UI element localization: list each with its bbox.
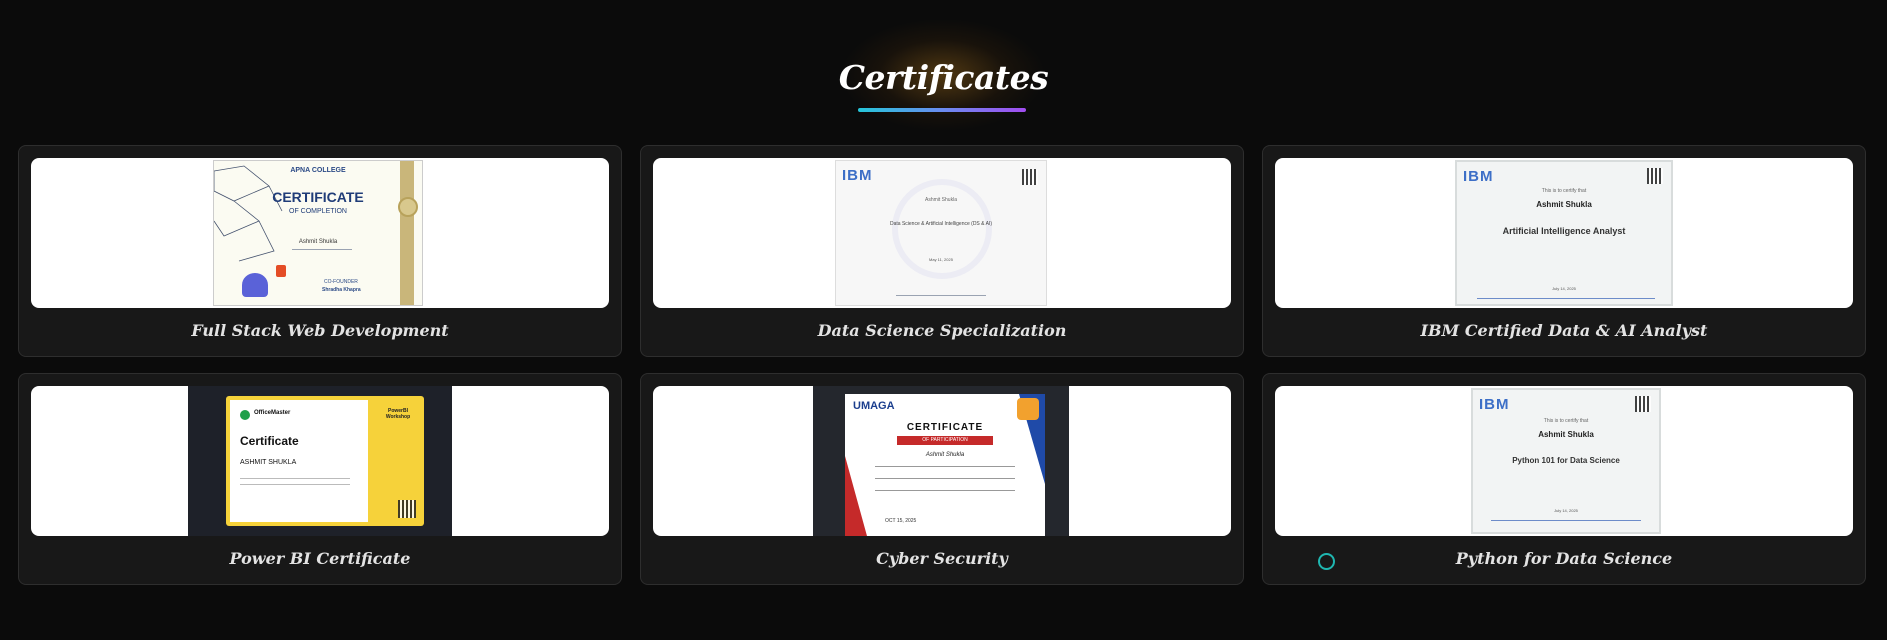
certificate-thumbnail[interactable]: IBM This is to certify that Ashmit Shukl… xyxy=(1275,386,1853,536)
cert-role: CO-FOUNDER xyxy=(324,279,358,285)
verify-link xyxy=(1477,298,1655,299)
person-illustration-icon xyxy=(242,273,268,297)
certificate-card[interactable]: APNA COLLEGE CERTIFICATE OF COMPLETION A… xyxy=(18,145,622,357)
gold-ribbon xyxy=(400,161,414,305)
cert-sub: OF PARTICIPATION xyxy=(897,436,993,445)
card-caption: Cyber Security xyxy=(876,549,1008,568)
cert-name: Ashmit Shukla xyxy=(1536,200,1592,209)
certificate-image-datascience: IBM Ashmit Shukla Data Science & Artific… xyxy=(835,160,1047,306)
card-caption: Python for Data Science xyxy=(1455,549,1673,568)
card-caption: Power BI Certificate xyxy=(229,549,411,568)
certificate-thumbnail[interactable]: IBM This is to certify that Ashmit Shukl… xyxy=(1275,158,1853,308)
ibm-logo: IBM xyxy=(1479,396,1510,413)
cert-date: July 14, 2025 xyxy=(1554,508,1578,513)
certificate-thumbnail[interactable]: OfficeMaster Certificate ASHMIT SHUKLA P… xyxy=(31,386,609,536)
cert-body: OfficeMaster Certificate ASHMIT SHUKLA xyxy=(230,400,368,522)
red-stripe xyxy=(845,456,867,536)
ibm-logo: IBM xyxy=(1463,168,1494,185)
cert-heading: CERTIFICATE xyxy=(272,189,364,205)
certificate-card[interactable]: IBM This is to certify that Ashmit Shukl… xyxy=(1262,145,1866,357)
divider xyxy=(896,295,986,296)
qr-code-icon xyxy=(1635,396,1651,412)
certificate-card[interactable]: IBM Ashmit Shukla Data Science & Artific… xyxy=(640,145,1244,357)
ibm-logo: IBM xyxy=(842,167,873,184)
certificate-image-ibm-ai: IBM This is to certify that Ashmit Shukl… xyxy=(1455,160,1673,306)
cert-body: UMAGA CERTIFICATE OF PARTICIPATION Ashmi… xyxy=(845,394,1045,536)
cert-course: Python 101 for Data Science xyxy=(1512,456,1620,465)
cert-heading: Certificate xyxy=(240,434,299,448)
divider xyxy=(240,484,350,485)
cert-org: APNA COLLEGE xyxy=(290,167,346,174)
title-underline xyxy=(858,108,1026,112)
certificate-card[interactable]: UMAGA CERTIFICATE OF PARTICIPATION Ashmi… xyxy=(640,373,1244,585)
certificate-thumbnail[interactable]: UMAGA CERTIFICATE OF PARTICIPATION Ashmi… xyxy=(653,386,1231,536)
cert-heading: CERTIFICATE xyxy=(906,422,984,433)
cert-course: Data Science & Artificial Intelligence (… xyxy=(890,221,992,227)
cert-name: ASHMIT SHUKLA xyxy=(240,459,297,466)
section-title: Certificates xyxy=(838,58,1049,97)
certificate-thumbnail[interactable]: APNA COLLEGE CERTIFICATE OF COMPLETION A… xyxy=(31,158,609,308)
qr-code-icon xyxy=(1022,169,1038,185)
cert-frame: OfficeMaster Certificate ASHMIT SHUKLA P… xyxy=(226,396,424,526)
divider xyxy=(292,249,352,250)
certificate-image-cybersecurity: UMAGA CERTIFICATE OF PARTICIPATION Ashmi… xyxy=(813,386,1069,536)
certificate-card[interactable]: IBM This is to certify that Ashmit Shukl… xyxy=(1262,373,1866,585)
cert-name: Ashmit Shukla xyxy=(925,452,965,458)
card-caption: Full Stack Web Development xyxy=(191,321,449,340)
cert-badge: PowerBI Workshop xyxy=(385,408,411,420)
cert-intro: This is to certify that xyxy=(1541,188,1587,194)
divider xyxy=(240,478,350,479)
cert-date: OCT 15, 2025 xyxy=(885,518,917,524)
certificate-image-powerbi: OfficeMaster Certificate ASHMIT SHUKLA P… xyxy=(188,386,452,536)
cert-signer: Shradha Khapra xyxy=(322,287,361,293)
card-caption: Data Science Specialization xyxy=(817,321,1067,340)
watermark-ring-icon xyxy=(892,179,992,279)
mascot-logo-icon xyxy=(1017,398,1039,420)
officemaster-logo-icon xyxy=(240,410,250,420)
cert-date: May 11, 2025 xyxy=(929,257,953,262)
cert-date: July 14, 2025 xyxy=(1552,286,1576,291)
cert-name: Ashmit Shukla xyxy=(1538,430,1594,439)
divider xyxy=(875,490,1015,491)
cert-intro: This is to certify that xyxy=(1543,418,1589,424)
cert-name: Ashmit Shukla xyxy=(925,197,957,203)
cursor-ring-icon xyxy=(1318,553,1335,570)
qr-code-icon xyxy=(1647,168,1663,184)
divider xyxy=(875,478,1015,479)
verify-link xyxy=(1491,520,1641,521)
html5-icon xyxy=(276,265,286,277)
certificate-image-python: IBM This is to certify that Ashmit Shukl… xyxy=(1471,388,1661,534)
cert-course: Artificial Intelligence Analyst xyxy=(1502,226,1626,236)
cert-name: Ashmit Shukla xyxy=(298,239,338,245)
qr-code-icon xyxy=(398,500,416,518)
cert-sub: OF COMPLETION xyxy=(289,208,347,215)
certificate-thumbnail[interactable]: IBM Ashmit Shukla Data Science & Artific… xyxy=(653,158,1231,308)
umaga-logo: UMAGA xyxy=(853,400,895,412)
cert-org: OfficeMaster xyxy=(254,410,291,416)
card-caption: IBM Certified Data & AI Analyst xyxy=(1420,321,1708,340)
divider xyxy=(875,466,1015,467)
certificate-image-fullstack: APNA COLLEGE CERTIFICATE OF COMPLETION A… xyxy=(213,160,423,306)
certificate-card[interactable]: OfficeMaster Certificate ASHMIT SHUKLA P… xyxy=(18,373,622,585)
